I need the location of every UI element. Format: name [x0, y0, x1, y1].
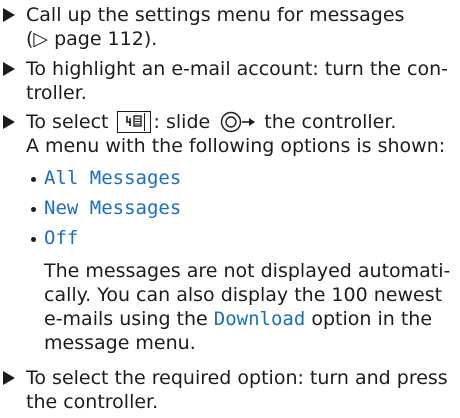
controller-slide-right-icon	[221, 111, 256, 133]
description-line: The messages are not displayed automati-	[44, 260, 451, 282]
bullet-dot-icon	[31, 177, 36, 182]
step-text-line: To select : slide the controller.	[26, 110, 460, 134]
step-text-cont: troller.	[26, 82, 87, 104]
option-off: Off	[44, 227, 79, 249]
download-keyword: Download	[213, 308, 306, 330]
bullet-dot-icon	[31, 237, 36, 242]
description-line: message menu.	[44, 332, 196, 354]
menu-icon	[116, 111, 151, 133]
step-suffix: the controller.	[264, 111, 397, 133]
step-text: To highlight an e-mail account: turn the…	[26, 58, 449, 80]
step-prefix: To select	[26, 111, 109, 133]
description-post: option in the	[311, 308, 433, 330]
option-off-description: The messages are not displayed automati-…	[44, 259, 456, 355]
arrow-bullet-icon	[3, 62, 15, 76]
description-line: cally. You can also display the 100 newe…	[44, 284, 443, 306]
step-text: To select the required option: turn and …	[26, 367, 448, 389]
description-pre: e-mails using the	[44, 308, 208, 330]
bullet-dot-icon	[31, 207, 36, 212]
page-reference: (▷ page 112).	[26, 28, 158, 50]
step-text-cont: A menu with the following options is sho…	[26, 135, 446, 157]
step-text-cont: the controller.	[26, 391, 159, 413]
arrow-bullet-icon	[3, 8, 15, 22]
description-line: e-mails using the Download option in the	[44, 307, 456, 331]
option-all-messages: All Messages	[44, 167, 182, 189]
step-text: Call up the settings menu for messages	[26, 4, 405, 26]
step-mid: : slide	[153, 111, 211, 133]
arrow-bullet-icon	[3, 115, 15, 129]
arrow-bullet-icon	[3, 371, 15, 385]
option-new-messages: New Messages	[44, 197, 182, 219]
